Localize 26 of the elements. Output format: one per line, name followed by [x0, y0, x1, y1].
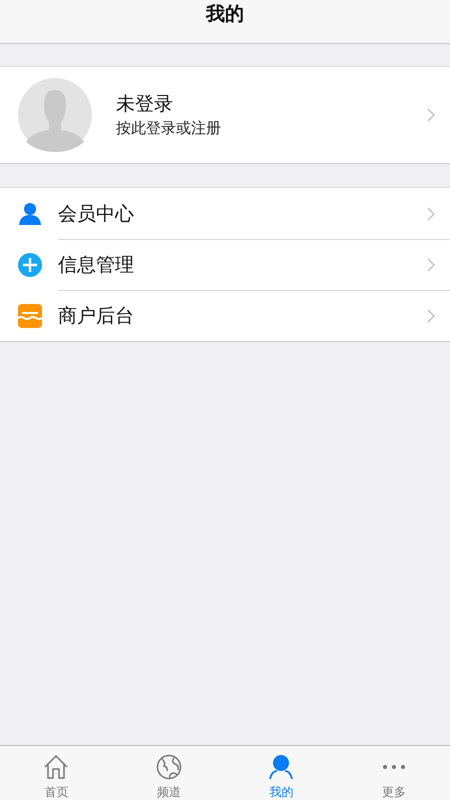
- store-icon: [18, 304, 42, 328]
- menu-item[interactable]: 信息管理: [0, 239, 450, 290]
- login-hint: 按此登录或注册: [116, 118, 222, 139]
- page-title: 我的: [206, 2, 244, 27]
- plus-circle-icon: [18, 252, 42, 276]
- more-icon: [380, 763, 407, 771]
- menu-item[interactable]: 会员中心: [0, 188, 450, 239]
- globe-icon: [156, 754, 182, 780]
- chevron-icon: [427, 308, 435, 322]
- person-icon: [18, 202, 42, 226]
- chevron-icon: [427, 258, 435, 272]
- avatar-icon: [18, 78, 92, 152]
- tab[interactable]: 频道: [112, 746, 225, 800]
- login-card[interactable]: 未登录 按此登录或注册: [0, 66, 450, 164]
- menu-label: 商户后台: [58, 304, 135, 328]
- tab[interactable]: 首页: [0, 746, 112, 800]
- menu-label: 信息管理: [58, 252, 135, 278]
- tab[interactable]: 更多: [338, 746, 450, 800]
- chevron-icon: [427, 108, 435, 122]
- tab[interactable]: 我的: [225, 746, 338, 800]
- home-icon: [43, 754, 70, 780]
- person-icon: [268, 754, 294, 780]
- menu-item[interactable]: 商户后台: [0, 290, 450, 341]
- login-status: 未登录: [116, 92, 174, 117]
- menu-label: 会员中心: [58, 202, 135, 226]
- chevron-icon: [427, 206, 435, 220]
